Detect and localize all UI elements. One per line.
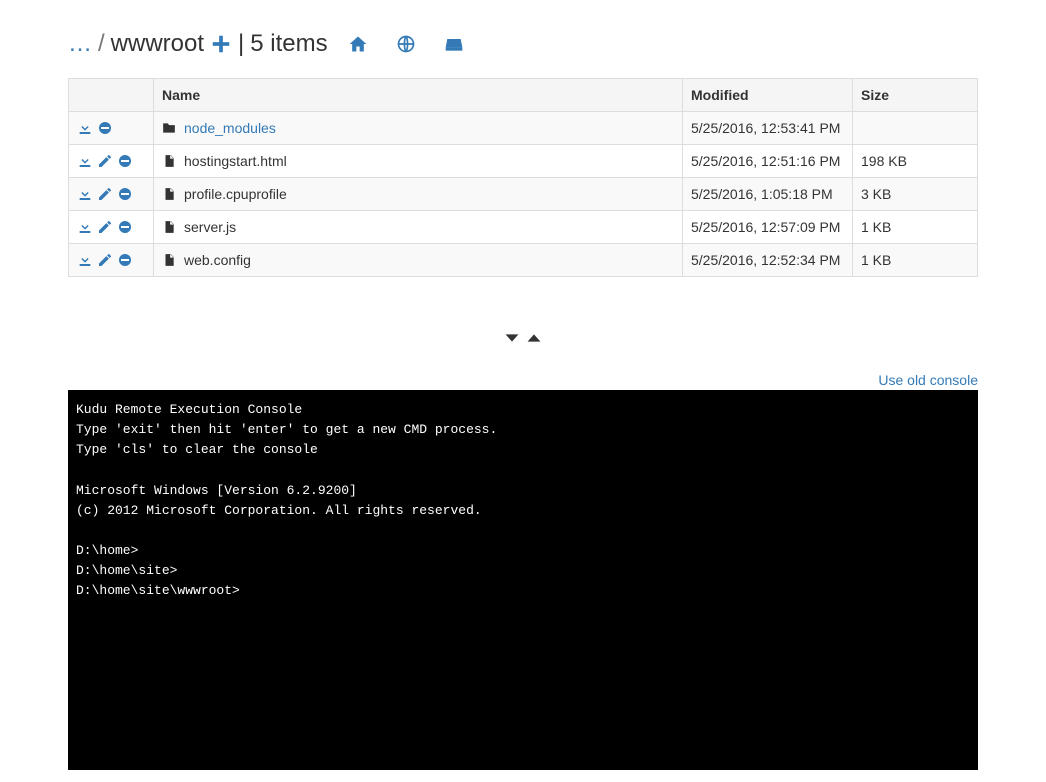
- download-icon[interactable]: [77, 153, 93, 169]
- breadcrumb-separator: /: [98, 30, 105, 58]
- download-icon[interactable]: [77, 120, 93, 136]
- table-header-actions: [69, 79, 154, 112]
- modified-cell: 5/25/2016, 1:05:18 PM: [683, 178, 853, 211]
- file-icon: [162, 220, 176, 234]
- size-cell: 1 KB: [853, 211, 978, 244]
- modified-cell: 5/25/2016, 12:53:41 PM: [683, 112, 853, 145]
- modified-cell: 5/25/2016, 12:57:09 PM: [683, 211, 853, 244]
- download-icon[interactable]: [77, 186, 93, 202]
- edit-icon[interactable]: [97, 219, 113, 235]
- file-name: profile.cpuprofile: [184, 186, 287, 202]
- table-header-size: Size: [853, 79, 978, 112]
- breadcrumb-current: wwwroot: [111, 30, 204, 58]
- file-name: hostingstart.html: [184, 153, 287, 169]
- item-count-label: 5 items: [250, 30, 327, 58]
- modified-cell: 5/25/2016, 12:51:16 PM: [683, 145, 853, 178]
- breadcrumb-pipe: |: [238, 30, 244, 58]
- globe-icon[interactable]: [396, 34, 416, 54]
- plus-icon[interactable]: [210, 33, 232, 55]
- table-row: server.js 5/25/2016, 12:57:09 PM1 KB: [69, 211, 978, 244]
- edit-icon[interactable]: [97, 252, 113, 268]
- breadcrumb-parent-link[interactable]: …: [68, 30, 92, 58]
- table-row: hostingstart.html 5/25/2016, 12:51:16 PM1…: [69, 145, 978, 178]
- size-cell: 198 KB: [853, 145, 978, 178]
- delete-icon[interactable]: [117, 186, 133, 202]
- chevron-up-icon[interactable]: [523, 327, 545, 349]
- disk-icon[interactable]: [444, 34, 464, 54]
- file-icon: [162, 187, 176, 201]
- table-header-name: Name: [154, 79, 683, 112]
- delete-icon[interactable]: [97, 120, 113, 136]
- pane-divider: [68, 327, 978, 352]
- download-icon[interactable]: [77, 219, 93, 235]
- home-icon[interactable]: [348, 34, 368, 54]
- table-row: profile.cpuprofile 5/25/2016, 1:05:18 PM3…: [69, 178, 978, 211]
- delete-icon[interactable]: [117, 252, 133, 268]
- file-icon: [162, 154, 176, 168]
- size-cell: 1 KB: [853, 244, 978, 277]
- breadcrumb: … / wwwroot | 5 items: [68, 30, 978, 58]
- folder-icon: [162, 121, 176, 135]
- delete-icon[interactable]: [117, 153, 133, 169]
- table-row: node_modules 5/25/2016, 12:53:41 PM: [69, 112, 978, 145]
- delete-icon[interactable]: [117, 219, 133, 235]
- size-cell: 3 KB: [853, 178, 978, 211]
- edit-icon[interactable]: [97, 186, 113, 202]
- table-header-modified: Modified: [683, 79, 853, 112]
- file-icon: [162, 253, 176, 267]
- modified-cell: 5/25/2016, 12:52:34 PM: [683, 244, 853, 277]
- file-name: web.config: [184, 252, 251, 268]
- table-row: web.config 5/25/2016, 12:52:34 PM1 KB: [69, 244, 978, 277]
- edit-icon[interactable]: [97, 153, 113, 169]
- file-table: Name Modified Size node_modules 5/25/2016…: [68, 78, 978, 277]
- file-name: server.js: [184, 219, 236, 235]
- size-cell: [853, 112, 978, 145]
- download-icon[interactable]: [77, 252, 93, 268]
- use-old-console-link[interactable]: Use old console: [878, 372, 978, 388]
- console-output[interactable]: Kudu Remote Execution Console Type 'exit…: [68, 390, 978, 770]
- chevron-down-icon[interactable]: [501, 327, 523, 349]
- folder-link[interactable]: node_modules: [184, 120, 276, 136]
